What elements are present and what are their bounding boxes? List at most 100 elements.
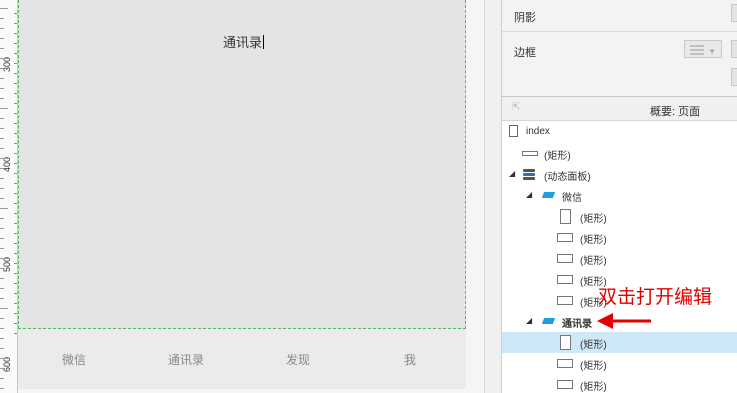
arrow-left-icon bbox=[597, 313, 651, 329]
pane-splitter[interactable] bbox=[484, 0, 501, 393]
ruler-tick bbox=[0, 138, 4, 139]
guide-tick bbox=[14, 43, 17, 44]
divider bbox=[502, 31, 737, 32]
ruler-tick bbox=[0, 128, 4, 129]
axure-editor-window: 300 400 500 600 通讯录 微信 通讯录 发现 我 阴影 边框 ▼ … bbox=[0, 0, 737, 393]
border-label: 边框 bbox=[514, 47, 536, 59]
guide-tick bbox=[14, 233, 17, 234]
ruler-tick bbox=[0, 308, 8, 309]
outline-node-rect-selected[interactable]: (矩形) bbox=[502, 332, 737, 353]
outline-node-label: (矩形) bbox=[580, 256, 607, 267]
rectangle-icon bbox=[557, 359, 573, 368]
ruler-tick bbox=[0, 88, 4, 89]
design-canvas[interactable]: 通讯录 微信 通讯录 发现 我 bbox=[18, 0, 484, 393]
tab-discover[interactable]: 发现 bbox=[258, 351, 338, 368]
guide-tick bbox=[14, 213, 17, 214]
tab-contacts[interactable]: 通讯录 bbox=[146, 351, 226, 368]
style-inspector: 阴影 边框 ▼ bbox=[501, 0, 737, 96]
ruler-tick bbox=[0, 388, 4, 389]
outline-node-rect[interactable]: (矩形) bbox=[502, 143, 737, 164]
ruler-tick bbox=[0, 198, 4, 199]
border-style-dropdown[interactable]: ▼ bbox=[684, 40, 722, 58]
guide-tick bbox=[14, 133, 17, 134]
border-extra-button[interactable] bbox=[731, 68, 737, 86]
guide-tick bbox=[14, 173, 17, 174]
outline-panel: ⇱ 概要: 页面 index (矩形) ◢ (动态面板) ◢ 微信 (矩形) (… bbox=[501, 96, 737, 393]
ruler-label-300: 300 bbox=[2, 56, 12, 72]
outline-node-label: (矩形) bbox=[544, 151, 571, 162]
outline-node-label: (矩形) bbox=[580, 361, 607, 372]
outline-node-label: 通讯录 bbox=[562, 319, 592, 330]
outline-node-label: index bbox=[526, 126, 550, 137]
guide-tick bbox=[14, 193, 17, 194]
guide-tick bbox=[14, 313, 17, 314]
rectangle-icon bbox=[557, 380, 573, 389]
ruler-tick bbox=[0, 108, 8, 109]
outline-node-rect[interactable]: (矩形) bbox=[502, 353, 737, 374]
expand-triangle-icon[interactable]: ◢ bbox=[526, 316, 532, 325]
ruler-tick bbox=[0, 28, 4, 29]
guide-tick bbox=[14, 83, 17, 84]
guide-tick bbox=[14, 183, 17, 184]
outline-node-dynamic-panel[interactable]: ◢ (动态面板) bbox=[502, 164, 737, 185]
guide-tick bbox=[14, 243, 17, 244]
border-color-button[interactable] bbox=[731, 40, 737, 58]
guide-tick bbox=[14, 113, 17, 114]
guide-tick bbox=[14, 93, 17, 94]
ruler-label-400: 400 bbox=[2, 156, 12, 172]
outline-node-label: (动态面板) bbox=[544, 172, 591, 183]
guide-tick bbox=[14, 153, 17, 154]
outline-node-page[interactable]: index bbox=[502, 122, 737, 143]
ruler-tick bbox=[0, 318, 4, 319]
outline-node-rect[interactable]: (矩形) bbox=[502, 374, 737, 393]
guide-tick bbox=[14, 13, 17, 14]
ruler-tick bbox=[0, 178, 4, 179]
collapse-arrow-icon[interactable]: ⇱ bbox=[512, 102, 520, 113]
ruler-tick bbox=[0, 8, 8, 9]
outline-node-rect[interactable]: (矩形) bbox=[502, 248, 737, 269]
ruler-tick bbox=[0, 328, 4, 329]
outline-node-state-wechat[interactable]: ◢ 微信 bbox=[502, 185, 737, 206]
panel-text-label[interactable]: 通讯录 bbox=[223, 32, 265, 51]
outline-node-label: 微信 bbox=[562, 193, 582, 204]
expand-triangle-icon[interactable]: ◢ bbox=[526, 190, 532, 199]
guide-tick bbox=[14, 303, 17, 304]
expand-triangle-icon[interactable]: ◢ bbox=[509, 169, 515, 178]
ruler-tick bbox=[0, 278, 4, 279]
guide-tick bbox=[14, 143, 17, 144]
rectangle-icon bbox=[560, 335, 571, 350]
rectangle-icon bbox=[557, 254, 573, 263]
bottom-tab-bar: 微信 通讯录 发现 我 bbox=[18, 329, 466, 389]
panel-state-icon bbox=[541, 192, 556, 198]
rectangle-icon bbox=[522, 151, 538, 156]
tab-wechat[interactable]: 微信 bbox=[34, 351, 114, 368]
rectangle-icon bbox=[557, 233, 573, 242]
guide-tick bbox=[14, 73, 17, 74]
shadow-button[interactable] bbox=[731, 4, 737, 22]
guide-tick bbox=[14, 63, 17, 64]
ruler-tick bbox=[0, 168, 4, 169]
tab-me[interactable]: 我 bbox=[370, 351, 450, 368]
outline-node-label: (矩形) bbox=[580, 235, 607, 246]
ruler-tick bbox=[0, 208, 8, 209]
guide-tick bbox=[14, 333, 17, 334]
ruler-tick bbox=[0, 348, 4, 349]
ruler-tick bbox=[0, 158, 8, 159]
ruler-tick bbox=[0, 98, 4, 99]
chevron-down-icon: ▼ bbox=[708, 47, 716, 56]
ruler-tick bbox=[0, 148, 4, 149]
guide-tick bbox=[14, 33, 17, 34]
text-caret bbox=[263, 35, 265, 49]
outline-node-rect[interactable]: (矩形) bbox=[502, 227, 737, 248]
guide-tick bbox=[14, 273, 17, 274]
outline-node-rect[interactable]: (矩形) bbox=[502, 206, 737, 227]
vertical-ruler: 300 400 500 600 bbox=[0, 0, 18, 393]
rectangle-icon bbox=[560, 209, 571, 224]
ruler-tick bbox=[0, 358, 8, 359]
page-icon bbox=[509, 125, 518, 137]
dynamic-panel-state-area[interactable]: 通讯录 bbox=[18, 0, 466, 329]
guide-tick bbox=[14, 223, 17, 224]
guide-tick bbox=[14, 163, 17, 164]
panel-state-icon bbox=[541, 318, 556, 324]
rectangle-icon bbox=[557, 275, 573, 284]
